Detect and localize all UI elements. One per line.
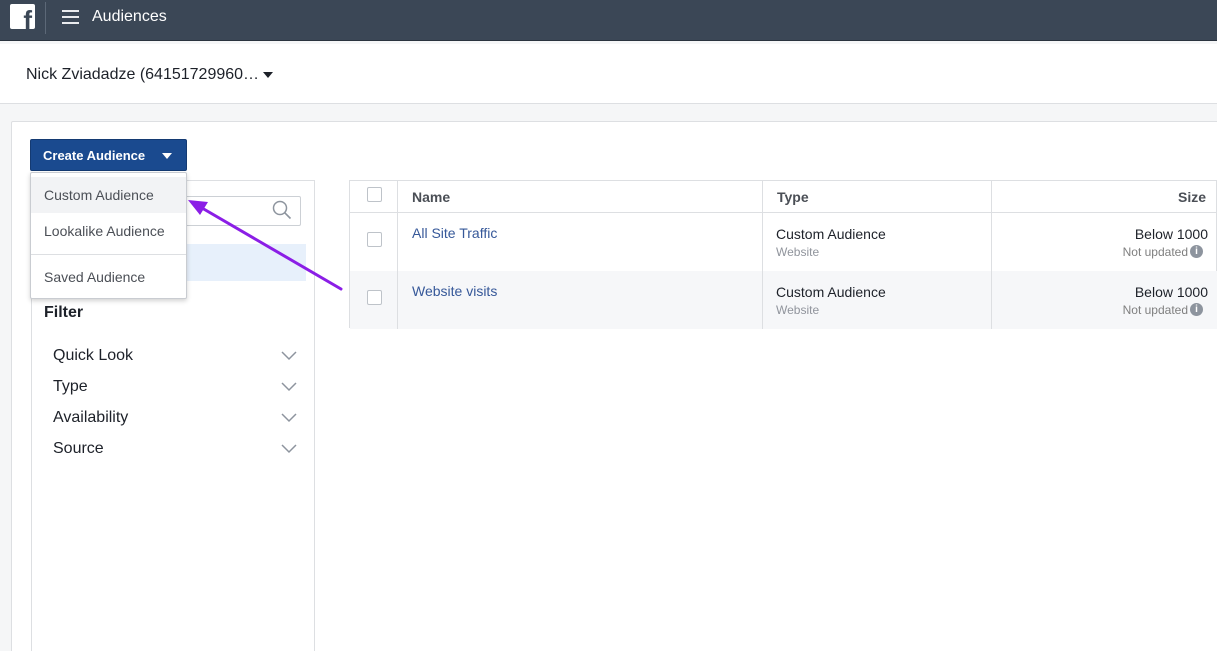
filter-label: Type <box>53 378 88 395</box>
menu-item-label: Custom Audience <box>44 187 154 203</box>
chevron-down-icon <box>281 382 297 392</box>
menu-divider <box>31 254 186 255</box>
chevron-down-icon <box>281 413 297 423</box>
filter-availability[interactable]: Availability <box>53 409 303 433</box>
filter-quick-look[interactable]: Quick Look <box>53 347 303 371</box>
menu-item-label: Lookalike Audience <box>44 223 165 239</box>
menu-item-label: Saved Audience <box>44 269 146 285</box>
account-bar: Nick Zviadadze (64151729960… <box>0 44 1217 104</box>
hamburger-menu-icon[interactable] <box>62 10 79 24</box>
filter-source[interactable]: Source <box>53 440 303 464</box>
column-divider <box>991 181 992 329</box>
caret-down-icon <box>162 153 172 159</box>
create-audience-menu: Custom Audience Lookalike Audience Saved… <box>30 172 187 299</box>
audience-table: Name Type Size All Site Traffic Custom A… <box>349 180 1217 329</box>
column-divider <box>762 181 763 329</box>
audience-size: Below 1000 <box>1134 284 1208 300</box>
audience-type: Custom Audience <box>776 226 886 242</box>
audience-source: Website <box>776 245 820 259</box>
table-row: Website visits Custom Audience Website B… <box>350 271 1217 329</box>
column-header-name[interactable]: Name <box>412 189 450 205</box>
caret-down-icon[interactable] <box>263 72 273 78</box>
audience-name-link[interactable]: Website visits <box>412 283 497 299</box>
topbar-divider <box>45 2 46 34</box>
filter-type[interactable]: Type <box>53 378 303 402</box>
filter-label: Source <box>53 440 104 457</box>
menu-item-lookalike-audience[interactable]: Lookalike Audience <box>31 213 186 249</box>
menu-item-saved-audience[interactable]: Saved Audience <box>31 259 186 295</box>
row-checkbox[interactable] <box>367 290 382 305</box>
audience-name-link[interactable]: All Site Traffic <box>412 225 497 241</box>
search-icon[interactable] <box>272 200 292 220</box>
row-checkbox[interactable] <box>367 232 382 247</box>
audience-size: Below 1000 <box>1134 226 1208 242</box>
selected-view-item[interactable] <box>181 244 306 281</box>
select-all-checkbox[interactable] <box>367 187 382 202</box>
table-row: All Site Traffic Custom Audience Website… <box>350 213 1217 271</box>
column-divider <box>397 181 398 329</box>
filter-label: Availability <box>53 409 129 426</box>
info-icon[interactable]: i <box>1190 303 1203 316</box>
account-selector[interactable]: Nick Zviadadze (64151729960… <box>26 66 259 84</box>
filter-title: Filter <box>44 304 84 321</box>
audience-update-status: Not updated <box>1122 245 1188 259</box>
filter-label: Quick Look <box>53 347 134 364</box>
menu-item-custom-audience[interactable]: Custom Audience <box>31 177 186 213</box>
facebook-logo-icon[interactable]: f <box>10 4 35 29</box>
chevron-down-icon <box>281 351 297 361</box>
create-audience-label: Create Audience <box>43 148 146 163</box>
info-icon[interactable]: i <box>1190 245 1203 258</box>
audience-source: Website <box>776 303 820 317</box>
app-title: Audiences <box>92 8 167 25</box>
audience-type: Custom Audience <box>776 284 886 300</box>
top-navigation-bar: f Audiences <box>0 0 1217 41</box>
chevron-down-icon <box>281 444 297 454</box>
column-header-type[interactable]: Type <box>777 189 809 205</box>
create-audience-button[interactable]: Create Audience <box>30 139 187 171</box>
column-header-size[interactable]: Size <box>1178 189 1206 205</box>
audience-update-status: Not updated <box>1122 303 1188 317</box>
